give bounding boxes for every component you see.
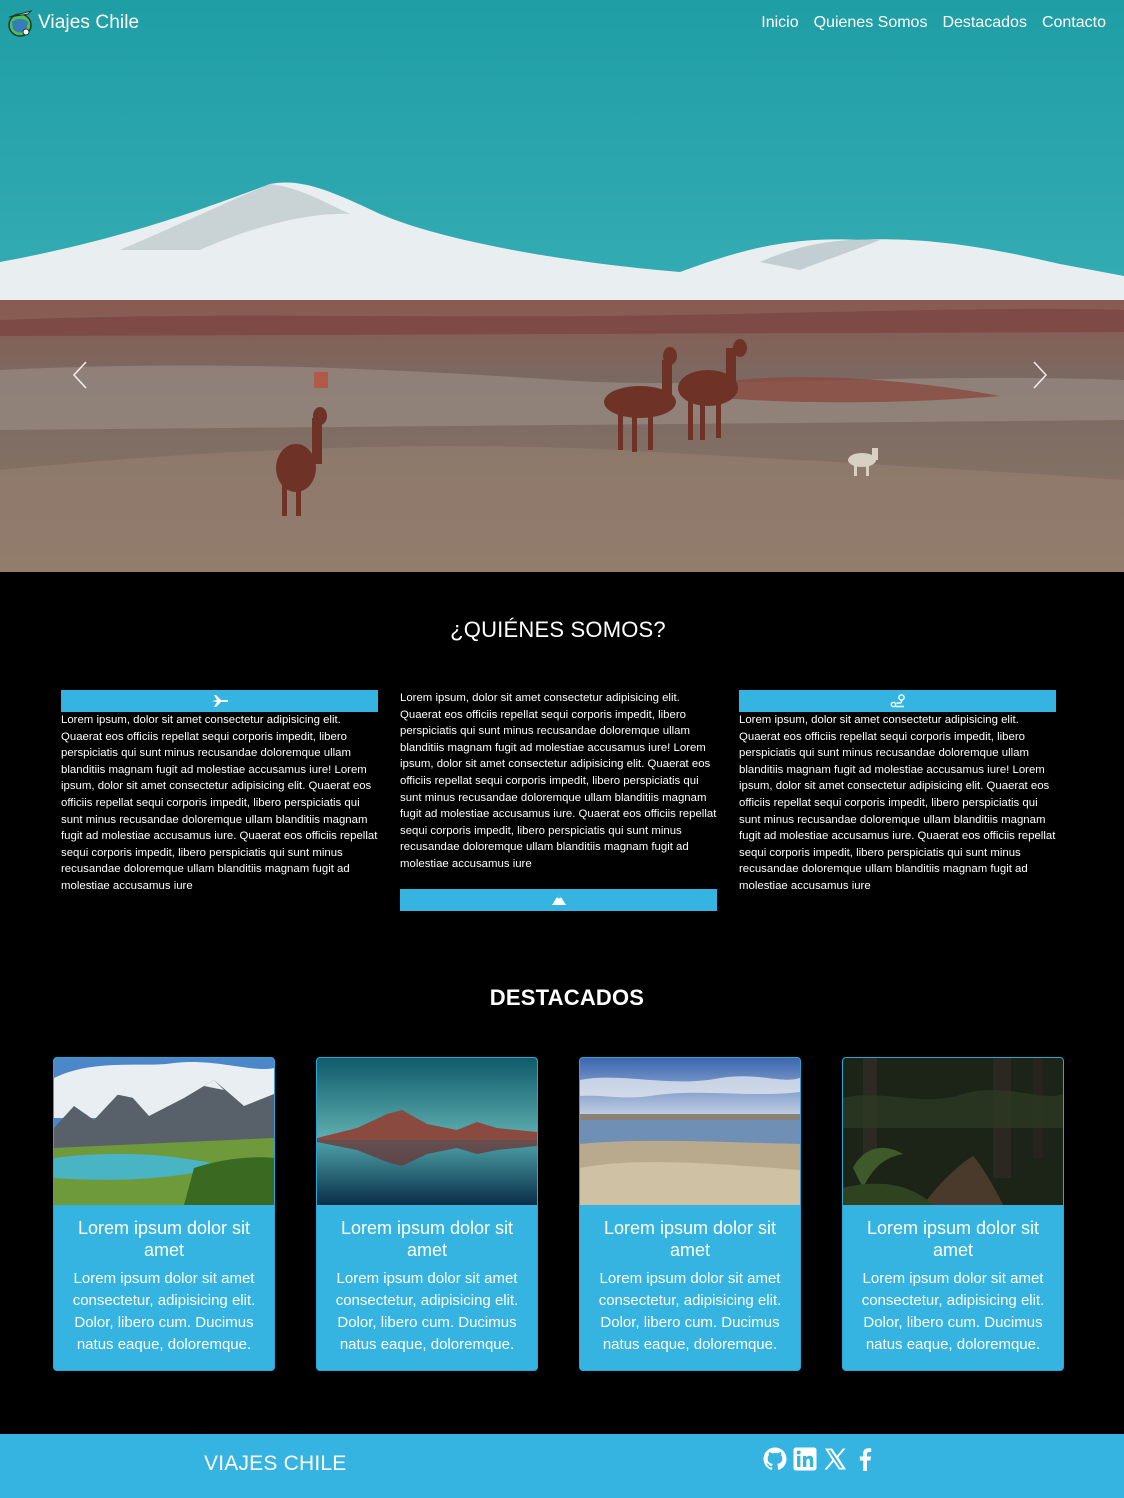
card-title: Lorem ipsum dolor sit amet xyxy=(866,1218,1040,1260)
nav-link-destacados[interactable]: Destacados xyxy=(942,14,1027,32)
about-title: ¿QUIÉNES SOMOS? xyxy=(450,617,666,642)
facebook-icon xyxy=(859,1448,872,1471)
about-icon-bar xyxy=(61,690,378,712)
nav-link-quienes-somos[interactable]: Quienes Somos xyxy=(814,14,928,32)
github-icon xyxy=(763,1447,787,1470)
route-icon xyxy=(890,694,905,708)
social-links xyxy=(762,1446,878,1472)
footer: VIAJES CHILE xyxy=(0,1434,1124,1498)
linkedin-link[interactable] xyxy=(792,1446,818,1472)
featured-card[interactable]: Lorem ipsum dolor sit amet Lorem ipsum d… xyxy=(579,1057,801,1371)
card-body: Lorem ipsum dolor sit amet Lorem ipsum d… xyxy=(317,1205,537,1370)
chevron-right-icon xyxy=(1033,361,1048,389)
about-text: Lorem ipsum, dolor sit amet consectetur … xyxy=(61,714,378,892)
card-body: Lorem ipsum dolor sit amet Lorem ipsum d… xyxy=(843,1205,1063,1370)
card-image-volcano-reflection xyxy=(317,1058,537,1205)
card-text: Lorem ipsum dolor sit amet consectetur, … xyxy=(598,1270,782,1353)
featured-title: DESTACADOS xyxy=(489,985,645,1010)
navbar: Viajes Chile Inicio Quienes Somos Destac… xyxy=(0,0,1124,48)
facebook-link[interactable] xyxy=(852,1446,878,1472)
mountain-icon xyxy=(551,894,566,906)
github-link[interactable] xyxy=(762,1446,788,1472)
card-body: Lorem ipsum dolor sit amet Lorem ipsum d… xyxy=(580,1205,800,1370)
carousel-next-button[interactable] xyxy=(1024,358,1054,392)
travel-globe-icon xyxy=(8,10,33,37)
about-text: Lorem ipsum, dolor sit amet consectetur … xyxy=(400,692,717,870)
card-title: Lorem ipsum dolor sit amet xyxy=(603,1218,777,1260)
about-column-1: Lorem ipsum, dolor sit amet consectetur … xyxy=(61,690,379,895)
about-icon-bar xyxy=(400,888,717,911)
nav-link-contacto[interactable]: Contacto xyxy=(1042,14,1106,32)
plane-icon xyxy=(211,695,228,707)
linkedin-icon xyxy=(793,1447,817,1471)
x-icon xyxy=(824,1448,846,1470)
footer-brand: VIAJES CHILE xyxy=(204,1452,347,1475)
about-column-3: Lorem ipsum, dolor sit amet consectetur … xyxy=(739,690,1057,895)
hero-carousel: Viajes Chile Inicio Quienes Somos Destac… xyxy=(0,0,1124,572)
featured-card[interactable]: Lorem ipsum dolor sit amet Lorem ipsum d… xyxy=(842,1057,1064,1371)
featured-card[interactable]: Lorem ipsum dolor sit amet Lorem ipsum d… xyxy=(53,1057,275,1371)
brand-name: Viajes Chile xyxy=(38,12,140,33)
card-image-lake-mountains xyxy=(54,1058,274,1205)
card-title: Lorem ipsum dolor sit amet xyxy=(77,1218,251,1260)
chevron-left-icon xyxy=(72,361,87,389)
card-image-salt-lagoon xyxy=(580,1058,800,1205)
card-text: Lorem ipsum dolor sit amet consectetur, … xyxy=(861,1270,1045,1353)
brand-link[interactable]: Viajes Chile xyxy=(6,8,139,38)
card-text: Lorem ipsum dolor sit amet consectetur, … xyxy=(335,1270,519,1353)
x-link[interactable] xyxy=(822,1446,848,1472)
card-text: Lorem ipsum dolor sit amet consectetur, … xyxy=(72,1270,256,1353)
about-icon-bar xyxy=(739,690,1056,712)
nav-link-inicio[interactable]: Inicio xyxy=(761,14,798,32)
featured-card[interactable]: Lorem ipsum dolor sit amet Lorem ipsum d… xyxy=(316,1057,538,1371)
hero-image xyxy=(0,0,1124,572)
carousel-prev-button[interactable] xyxy=(66,358,96,392)
nav-links: Inicio Quienes Somos Destacados Contacto xyxy=(761,14,1106,32)
about-text: Lorem ipsum, dolor sit amet consectetur … xyxy=(739,714,1056,892)
card-title: Lorem ipsum dolor sit amet xyxy=(340,1218,514,1260)
about-column-2: Lorem ipsum, dolor sit amet consectetur … xyxy=(400,690,718,911)
card-body: Lorem ipsum dolor sit amet Lorem ipsum d… xyxy=(54,1205,274,1370)
card-image-forest-trail xyxy=(843,1058,1063,1205)
